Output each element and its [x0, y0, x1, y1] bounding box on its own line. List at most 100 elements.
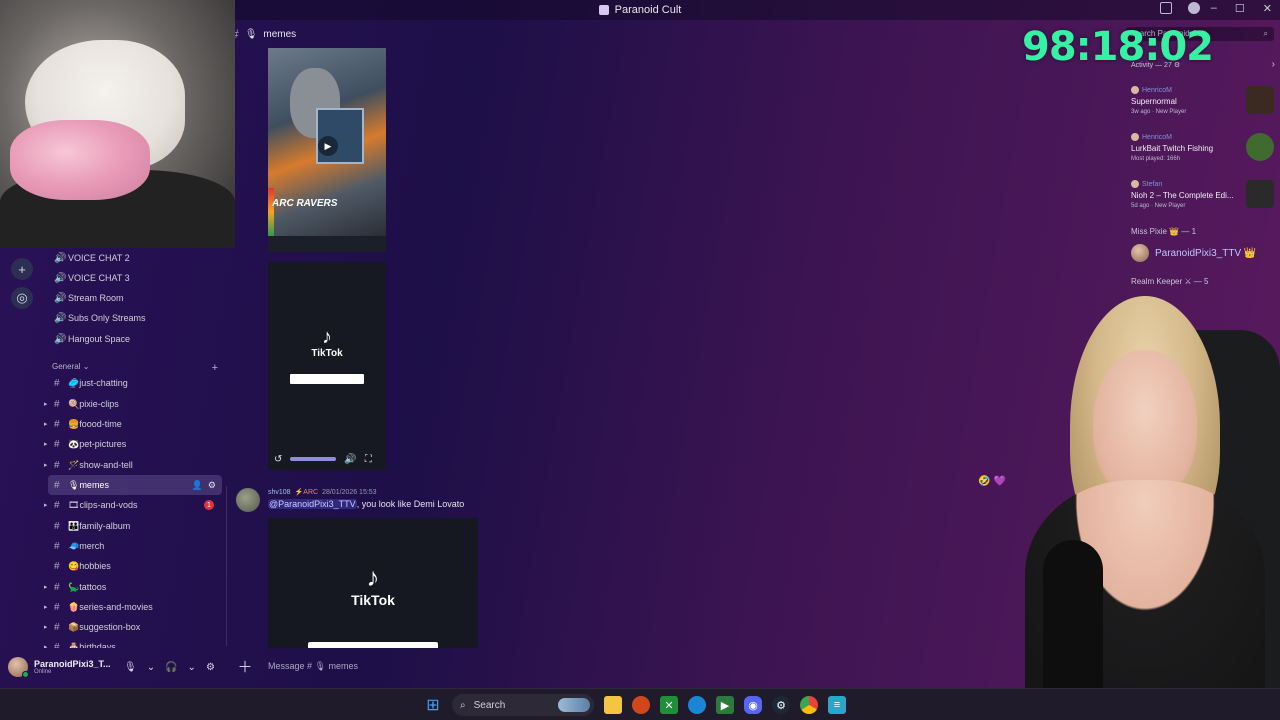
user-settings-icon[interactable]: ⚙	[206, 662, 215, 673]
volume-icon[interactable]: 🔊	[344, 454, 356, 465]
text-channel-tattoos[interactable]: ▶ # 🦕 tattoos	[44, 577, 222, 597]
expand-icon[interactable]: ▶	[44, 420, 47, 428]
activity-game: LurkBait Twitch Fishing	[1131, 144, 1214, 153]
speaker-icon: 🔊	[54, 252, 67, 264]
expand-icon[interactable]: ▶	[44, 501, 47, 509]
expand-icon[interactable]: ▶	[44, 400, 47, 408]
fullscreen-icon[interactable]: ⛶	[365, 454, 372, 465]
discord-logo-icon	[598, 5, 609, 15]
app-icon[interactable]	[688, 696, 706, 714]
hash-icon: #	[54, 479, 60, 491]
discover-icon[interactable]: ◎	[11, 287, 33, 309]
text-channel-merch[interactable]: # 🧢 merch	[48, 536, 222, 556]
hash-icon: #	[54, 398, 60, 410]
text-channel-show-and-tell[interactable]: ▶ # 🪄 show-and-tell	[44, 455, 222, 475]
activity-card[interactable]: Stefan Nioh 2 – The Complete Edi... 5d a…	[1126, 178, 1276, 220]
text-channel-hobbies[interactable]: # 😋 hobbies	[48, 556, 222, 576]
tiktok-logo: ♪ TikTok	[268, 562, 478, 608]
expand-icon[interactable]: ▶	[44, 583, 47, 591]
game-thumbnail	[1246, 180, 1274, 208]
voice-channel-voice-chat-2[interactable]: 🔊 VOICE CHAT 2	[48, 248, 222, 268]
blanket-image	[10, 120, 150, 200]
channel-header: # 🎙 memes	[232, 26, 296, 42]
avatar	[1131, 133, 1139, 141]
activity-card[interactable]: HenricoM LurkBait Twitch Fishing Most pl…	[1126, 131, 1276, 173]
attach-plus-icon[interactable]: ＋	[232, 656, 258, 677]
add-server-icon[interactable]: +	[11, 258, 33, 280]
avatar[interactable]	[236, 488, 260, 512]
browser-icon[interactable]	[632, 696, 650, 714]
search-highlight-image	[558, 698, 590, 712]
headphones-icon[interactable]: 🎧	[165, 662, 177, 673]
avatar[interactable]	[8, 657, 29, 678]
voice-channel-stream-room[interactable]: 🔊 Stream Room	[48, 288, 222, 308]
replay-icon[interactable]: ↺	[274, 454, 282, 465]
close-icon[interactable]: ✕	[1263, 2, 1272, 15]
channel-list: 🔊 VOICE CHAT 2 🔊 VOICE CHAT 3 🔊 Stream Room…	[44, 248, 226, 648]
message-author[interactable]: shv108	[268, 489, 291, 496]
voice-channel-subs-only[interactable]: 🔊 Subs Only Streams	[48, 308, 222, 328]
tiktok-url-bar	[308, 642, 438, 648]
terminal-icon[interactable]: ▶	[716, 696, 734, 714]
speaker-icon: 🔊	[54, 333, 67, 345]
expand-icon[interactable]: ▶	[44, 461, 47, 469]
hash-icon: #	[54, 641, 60, 649]
channel-settings-icon[interactable]: ⚙	[208, 480, 216, 491]
tiktok-note-icon: ♪	[322, 326, 332, 348]
avatar	[1131, 180, 1139, 188]
xbox-icon[interactable]: ✕	[660, 696, 678, 714]
text-channel-birthdays[interactable]: ▶ # 🎂 birthdays	[44, 637, 222, 649]
expand-icon[interactable]: ▶	[44, 440, 47, 448]
message-composer[interactable]: ＋ Message # 🎙 memes	[232, 652, 992, 680]
chevron-down-icon[interactable]: ⌄	[188, 662, 196, 673]
activity-game: Supernormal	[1131, 97, 1177, 106]
text-channel-clips-and-vods[interactable]: ▶ # 🎞 clips-and-vods 1	[44, 495, 222, 515]
tiktok-embed-2[interactable]: ♪ TikTok	[268, 518, 478, 648]
voice-channel-voice-chat-3[interactable]: 🔊 VOICE CHAT 3	[48, 268, 222, 288]
avatar	[1131, 244, 1149, 262]
taskbar-search[interactable]: ⌕ Search	[452, 694, 594, 716]
play-icon[interactable]: ▶	[318, 136, 338, 156]
message-timestamp: 28/01/2026 15:53	[322, 488, 377, 496]
chrome-icon[interactable]	[800, 696, 818, 714]
minimize-icon[interactable]: –	[1211, 2, 1217, 15]
notepad-icon[interactable]: ≡	[828, 696, 846, 714]
text-channel-memes[interactable]: # 🎙 memes 👤 ⚙	[48, 475, 222, 495]
inbox-icon[interactable]	[1160, 2, 1172, 14]
activity-panel: Activity — 27 ⚙ › HenricoM Supernormal 3…	[1122, 44, 1280, 314]
text-channel-just-chatting[interactable]: # 🥏 just-chatting	[48, 373, 222, 393]
user-mention[interactable]: @ParanoidPixi3_TTV	[268, 499, 357, 509]
chevron-down-icon[interactable]: ⌄	[147, 662, 155, 673]
text-channel-pixie-clips[interactable]: ▶ # 🍭 pixie-clips	[44, 394, 222, 414]
tiktok-embed-1[interactable]: ♪ TikTok ↺ 🔊 ⛶	[268, 262, 386, 470]
voice-channel-hangout[interactable]: 🔊 Hangout Space	[48, 329, 222, 349]
streamer-face	[1093, 350, 1197, 500]
video-embed-arc-raiders[interactable]: ▶ ARC RAVERS	[268, 48, 386, 252]
maximize-icon[interactable]: ☐	[1235, 2, 1245, 15]
help-icon[interactable]	[1188, 2, 1200, 14]
activity-card[interactable]: HenricoM Supernormal 3w ago · New Player	[1126, 84, 1276, 126]
member-list-item[interactable]: ParanoidPixi3_TTV 👑	[1131, 244, 1256, 262]
member-group-header: Realm Keeper ⚔ — 5	[1131, 277, 1209, 286]
text-channel-suggestion-box[interactable]: ▶ # 📦 suggestion-box	[44, 617, 222, 637]
chevron-right-icon[interactable]: ›	[1272, 59, 1275, 70]
invite-icon[interactable]: 👤	[192, 480, 203, 491]
text-channel-foood-time[interactable]: ▶ # 🍔 foood-time	[44, 414, 222, 434]
expand-icon[interactable]: ▶	[44, 623, 47, 631]
tiktok-logo: ♪ TikTok	[268, 326, 386, 359]
member-group-header: Miss Pixie 👑 — 1	[1131, 227, 1197, 236]
progress-slider[interactable]	[290, 457, 337, 461]
microphone-icon[interactable]: 🎙	[124, 662, 137, 673]
expand-icon[interactable]: ▶	[44, 643, 47, 648]
expand-icon[interactable]: ▶	[44, 603, 47, 611]
file-explorer-icon[interactable]	[604, 696, 622, 714]
text-channel-series-and-movies[interactable]: ▶ # 🍿 series-and-movies	[44, 597, 222, 617]
text-channel-family-album[interactable]: # 👪 family-album	[48, 516, 222, 536]
windows-start-icon[interactable]: ⊞	[424, 696, 442, 714]
steam-icon[interactable]: ⚙	[772, 696, 790, 714]
window-title: Paranoid Cult	[598, 4, 681, 16]
channel-header-emoji: 🎙	[244, 28, 258, 40]
stream-timer: 98:18:02	[1022, 24, 1214, 70]
text-channel-pet-pictures[interactable]: ▶ # 🐼 pet-pictures	[44, 434, 222, 454]
discord-icon[interactable]: ◉	[744, 696, 762, 714]
